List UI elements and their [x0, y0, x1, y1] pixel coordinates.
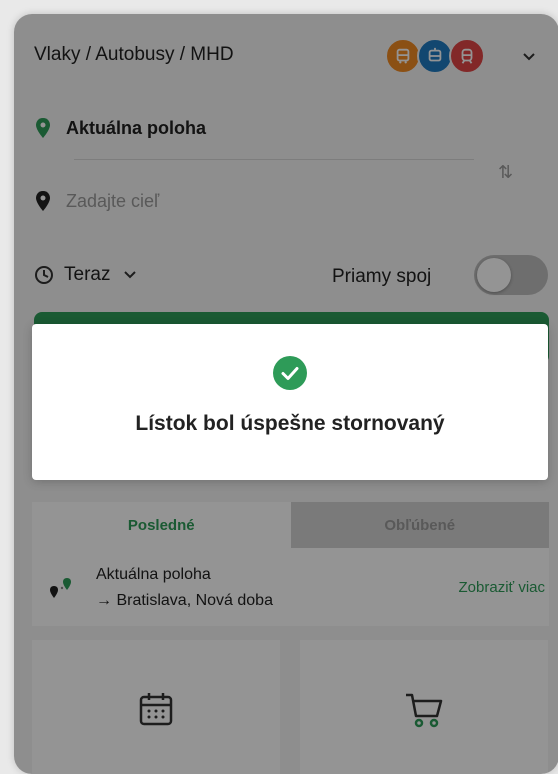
- success-toast: Lístok bol úspešne stornovaný: [32, 324, 548, 480]
- toast-message: Lístok bol úspešne stornovaný: [135, 412, 445, 435]
- success-check-icon: [273, 356, 307, 390]
